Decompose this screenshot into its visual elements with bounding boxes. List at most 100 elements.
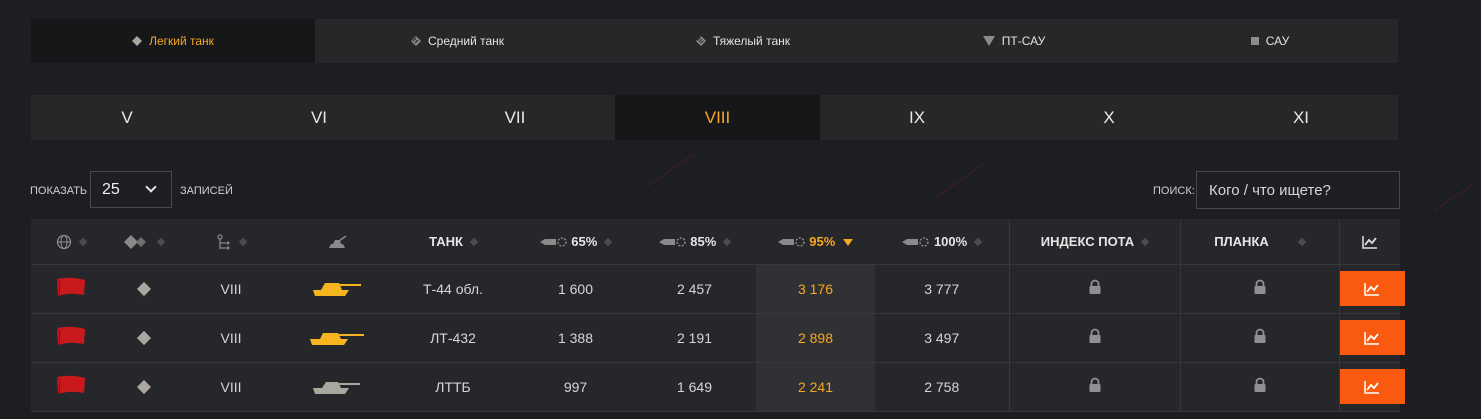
chart-icon <box>1362 236 1377 249</box>
tab-td[interactable]: ПТ-САУ <box>886 19 1142 63</box>
light-tank-diamond-icon <box>132 36 143 46</box>
tab-spg[interactable]: САУ <box>1142 19 1398 63</box>
chart-button[interactable] <box>1339 320 1405 355</box>
cell-damage-85: 1 649 <box>633 362 756 412</box>
vehicle-type-icon <box>123 235 146 250</box>
col-tank[interactable]: ТАНК <box>388 219 518 265</box>
col-chart <box>1338 219 1400 265</box>
tab-tier-v[interactable]: V <box>31 95 223 140</box>
cell-image <box>286 264 388 314</box>
cell-damage-65: 1 388 <box>518 313 633 363</box>
tab-light-tank[interactable]: Легкий танк <box>31 19 315 63</box>
shell-damage-icon <box>658 237 686 248</box>
page-size-select[interactable]: 25 <box>90 171 172 208</box>
sort-icon <box>469 238 479 247</box>
col-damage-95[interactable]: 95% <box>756 219 875 265</box>
cell-chart <box>1338 264 1405 314</box>
tab-tier-viii[interactable]: VIII <box>615 95 820 140</box>
light-tank-icon <box>136 330 151 345</box>
cell-damage-85: 2 191 <box>633 313 756 363</box>
sort-icon <box>1297 238 1307 247</box>
cell-chart <box>1338 362 1405 412</box>
col-type[interactable] <box>111 219 176 265</box>
cell-tank-name: ЛТ-432 <box>388 313 518 363</box>
search-input[interactable] <box>1196 171 1400 209</box>
col-image <box>286 219 388 265</box>
header-label: 85% <box>690 233 717 249</box>
cell-sweat-index <box>1008 362 1180 412</box>
cell-damage-95: 2 898 <box>756 313 875 363</box>
tank-image <box>313 382 360 394</box>
cell-bar <box>1179 362 1339 412</box>
cell-nation <box>31 362 111 412</box>
light-tank-icon <box>136 281 151 296</box>
chart-button[interactable] <box>1339 271 1405 306</box>
header-label: 65% <box>571 233 598 249</box>
col-damage-100[interactable]: 100% <box>875 219 1009 265</box>
cell-nation <box>31 313 111 363</box>
sort-icon <box>723 238 732 247</box>
cell-damage-100: 3 497 <box>875 313 1009 363</box>
cell-damage-85: 2 457 <box>633 264 756 314</box>
header-label: 100% <box>933 233 968 249</box>
shell-damage-icon <box>539 237 567 248</box>
cell-tank-name: ЛТТБ <box>388 362 518 412</box>
tab-label: Легкий танк <box>149 34 214 48</box>
tank-silhouette-icon <box>329 235 347 249</box>
sort-icon <box>1140 238 1150 247</box>
tab-tier-vii[interactable]: VII <box>415 95 615 140</box>
ussr-flag-icon <box>56 375 85 395</box>
tank-image <box>313 283 361 296</box>
col-damage-85[interactable]: 85% <box>633 219 756 265</box>
cell-damage-65: 1 600 <box>518 264 633 314</box>
col-sweat-index[interactable]: ИНДЕКС ПОТА <box>1008 219 1180 265</box>
cell-type <box>111 313 176 363</box>
header-label: 95% <box>809 233 836 249</box>
col-nation[interactable] <box>31 219 111 265</box>
cell-tier: VIII <box>176 313 286 363</box>
tab-tier-vi[interactable]: VI <box>223 95 415 140</box>
cell-bar <box>1179 313 1339 363</box>
chart-icon <box>1364 282 1379 296</box>
cell-chart <box>1338 313 1405 363</box>
cell-sweat-index <box>1008 313 1180 363</box>
cell-type <box>111 264 176 314</box>
tab-medium-tank[interactable]: Средний танк <box>315 19 600 63</box>
cell-damage-100: 3 777 <box>875 264 1009 314</box>
cell-type <box>111 362 176 412</box>
tab-heavy-tank[interactable]: Тяжелый танк <box>600 19 886 63</box>
cell-tier: VIII <box>176 264 286 314</box>
cell-image <box>286 362 388 412</box>
tab-label: САУ <box>1265 34 1290 48</box>
search-label: ПОИСК: <box>1153 185 1195 197</box>
show-label: ПОКАЗАТЬ <box>30 185 88 197</box>
lock-icon <box>1089 279 1100 294</box>
chart-button[interactable] <box>1339 369 1405 404</box>
lock-icon <box>1089 377 1100 392</box>
td-triangle-icon <box>982 36 995 46</box>
vehicle-class-tabs: Легкий танк Средний танк Тяжелый танк ПТ… <box>31 19 1398 63</box>
tab-tier-x[interactable]: X <box>1014 95 1204 140</box>
cell-bar <box>1179 264 1339 314</box>
tab-label: Средний танк <box>427 34 505 48</box>
sort-icon <box>78 237 88 246</box>
table-row[interactable]: VIII ЛТ-432 1 388 2 191 2 898 3 497 <box>31 313 1405 363</box>
medium-tank-icon <box>410 36 421 46</box>
tier-tabs: V VI VII VIII IX X XI <box>31 95 1398 140</box>
spg-square-icon <box>1250 37 1259 45</box>
table-row[interactable]: VIII Т-44 обл. 1 600 2 457 3 176 3 777 <box>31 264 1405 314</box>
col-tier[interactable] <box>176 219 286 265</box>
sort-desc-icon <box>843 238 854 246</box>
chart-icon <box>1364 380 1379 394</box>
chevron-down-icon <box>145 181 157 193</box>
header-label: ИНДЕКС ПОТА <box>1040 233 1135 249</box>
col-bar[interactable]: ПЛАНКА <box>1179 219 1339 265</box>
tab-tier-ix[interactable]: IX <box>820 95 1014 140</box>
table-row[interactable]: VIII ЛТТБ 997 1 649 2 241 2 758 <box>31 362 1405 412</box>
tab-label: Тяжелый танк <box>712 34 791 48</box>
tab-tier-xi[interactable]: XI <box>1204 95 1398 140</box>
tank-image <box>310 333 364 345</box>
records-label: ЗАПИСЕЙ <box>180 185 233 197</box>
col-damage-65[interactable]: 65% <box>518 219 633 265</box>
ussr-flag-icon <box>56 326 85 346</box>
